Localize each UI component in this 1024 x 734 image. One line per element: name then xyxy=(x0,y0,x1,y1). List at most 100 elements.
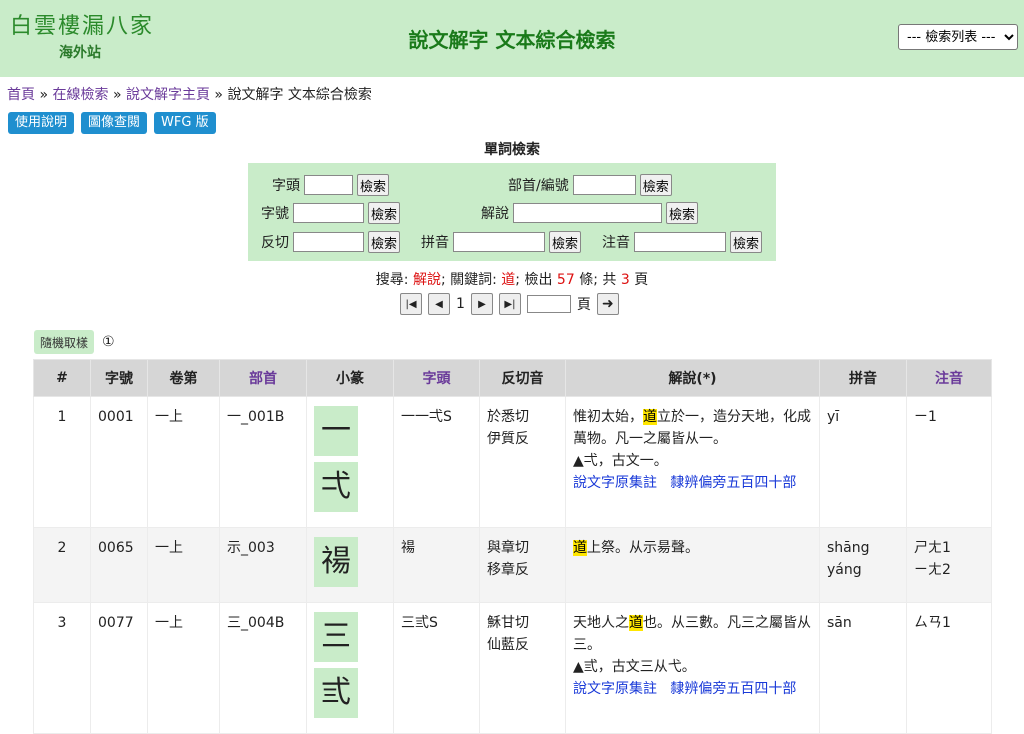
reference-link-libian[interactable]: 隸辨偏旁五百四十部 xyxy=(670,475,796,491)
search-list-select[interactable]: --- 檢索列表 --- xyxy=(898,24,1018,50)
summary-text: 條; 共 xyxy=(574,272,621,288)
fanqie-reading: 伊質反 xyxy=(487,431,529,447)
summary-text: ; 檢出 xyxy=(515,272,557,288)
site-header: 白雲樓漏八家 海外站 說文解字 文本綜合檢索 --- 檢索列表 --- xyxy=(0,0,1024,77)
jieshuo-text-part: 惟初太始， xyxy=(573,409,643,425)
row-bushou: 一_001B xyxy=(219,396,307,528)
col-header-index: # xyxy=(33,359,91,397)
zihao-label: 字號 xyxy=(261,206,289,222)
summary-keyword: 道 xyxy=(501,272,516,288)
first-page-icon[interactable]: |◀ xyxy=(400,293,422,315)
jieshuo-variant: ▲弌，古文一。 xyxy=(573,453,668,469)
current-page-number: 1 xyxy=(456,296,465,312)
row-zhuyin: ㄧ1 xyxy=(906,396,992,528)
page-title: 說文解字 文本綜合檢索 xyxy=(408,28,616,52)
bushou-search-button[interactable]: 檢索 xyxy=(639,174,672,196)
seal-script-image: 弎 xyxy=(314,668,358,718)
pinyin-value: yī xyxy=(827,409,840,425)
row-pinyin: shāng yáng xyxy=(819,527,907,603)
bushou-label: 部首/編號 xyxy=(508,178,569,194)
go-page-arrow-icon[interactable]: ➜ xyxy=(596,293,619,315)
pinyin-input[interactable] xyxy=(453,232,545,252)
row-fanqie: 與章切 移章反 xyxy=(479,527,566,603)
random-sample-marker[interactable]: ① xyxy=(102,334,115,350)
wfg-version-button[interactable]: WFG 版 xyxy=(154,112,216,134)
summary-field: 解說 xyxy=(412,272,441,288)
page-jump-input[interactable] xyxy=(526,295,571,313)
fanqie-reading: 仙藍反 xyxy=(487,637,529,653)
reference-links: 說文字原集註 隸辨偏旁五百四十部 xyxy=(573,678,812,700)
row-zihao: 0077 xyxy=(90,602,148,734)
col-header-zhuyin[interactable]: 注音 xyxy=(906,359,992,397)
breadcrumb-online-link[interactable]: 在線檢索 xyxy=(52,87,108,103)
breadcrumb-home-link[interactable]: 首頁 xyxy=(7,87,35,103)
row-pinyin: sān xyxy=(819,602,907,734)
pinyin-search-button[interactable]: 檢索 xyxy=(549,231,582,253)
row-zihao: 0065 xyxy=(90,527,148,603)
zitou-input[interactable] xyxy=(304,175,353,195)
keyword-highlight: 道 xyxy=(629,615,643,631)
jieshuo-input[interactable] xyxy=(513,203,662,223)
last-page-icon[interactable]: ▶| xyxy=(498,293,521,315)
jieshuo-text: 天地人之道也。从三數。凡三之屬皆从三。 xyxy=(573,612,812,656)
table-row: 2 0065 一上 示_003 禓 禓 與章切 移章反 道上祭。从示昜聲。 sh… xyxy=(33,527,992,603)
jieshuo-search-button[interactable]: 檢索 xyxy=(666,202,699,224)
fanqie-reading: 穌甘切 xyxy=(487,615,529,631)
fanqie-label: 反切 xyxy=(261,235,289,251)
reference-link-libian[interactable]: 隸辨偏旁五百四十部 xyxy=(670,681,796,697)
row-seal-cell: 一 弌 xyxy=(306,396,394,528)
row-index: 2 xyxy=(33,527,91,603)
breadcrumb-main-link[interactable]: 說文解字主頁 xyxy=(126,87,210,103)
table-row: 3 0077 一上 三_004B 三 弎 三弎S 穌甘切 仙藍反 天地人之道也。… xyxy=(33,602,992,734)
row-index: 1 xyxy=(33,396,91,528)
fanqie-reading: 於悉切 xyxy=(487,409,529,425)
fanqie-reading: 移章反 xyxy=(487,562,529,578)
table-header-row: # 字號 卷第 部首 小篆 字頭 反切音 解說(*) 拼音 注音 xyxy=(33,359,992,397)
keyword-highlight: 道 xyxy=(643,409,657,425)
pinyin-value: sān xyxy=(827,615,852,631)
jieshuo-variant: ▲弎，古文三从弋。 xyxy=(573,659,696,675)
fanqie-input[interactable] xyxy=(293,232,364,252)
zhuyin-value: ㄧㄤ2 xyxy=(914,562,951,578)
fanqie-search-button[interactable]: 檢索 xyxy=(368,231,401,253)
zhuyin-field-group: 注音 檢索 xyxy=(602,231,763,253)
keyword-highlight: 道 xyxy=(573,540,587,556)
row-jieshuo: 天地人之道也。从三數。凡三之屬皆从三。 ▲弎，古文三从弋。 說文字原集註 隸辨偏… xyxy=(565,602,820,734)
zihao-input[interactable] xyxy=(293,203,364,223)
zhuyin-input[interactable] xyxy=(634,232,726,252)
summary-text: 搜尋: xyxy=(375,272,413,288)
manual-button[interactable]: 使用說明 xyxy=(8,112,75,134)
next-page-icon[interactable]: ▶ xyxy=(470,293,493,315)
image-view-button[interactable]: 圖像查閱 xyxy=(81,112,148,134)
seal-script-image: 弌 xyxy=(314,462,358,512)
pagination: |◀ ◀ 1 ▶ ▶| 頁 ➜ xyxy=(400,293,619,315)
random-sample-button[interactable]: 隨機取樣 xyxy=(34,330,95,354)
col-header-juan: 卷第 xyxy=(147,359,220,397)
prev-page-icon[interactable]: ◀ xyxy=(428,293,450,315)
random-sample-bar: 隨機取樣 ① xyxy=(34,330,115,354)
reference-link-shuowen-ziyuan[interactable]: 說文字原集註 xyxy=(573,475,657,491)
jieshuo-text: 道上祭。从示昜聲。 xyxy=(573,537,812,559)
jieshuo-text-part: 上祭。从示昜聲。 xyxy=(587,540,699,556)
zihao-search-button[interactable]: 檢索 xyxy=(368,202,401,224)
jieshuo-label: 解說 xyxy=(481,206,509,222)
bushou-input[interactable] xyxy=(572,175,636,195)
summary-pages: 3 xyxy=(620,272,630,288)
zhuyin-search-button[interactable]: 檢索 xyxy=(730,231,763,253)
reference-link-shuowen-ziyuan[interactable]: 說文字原集註 xyxy=(573,681,657,697)
search-section-title: 單詞檢索 xyxy=(484,142,540,158)
zhuyin-value: ㄙㄢ1 xyxy=(914,615,951,631)
col-header-zihao: 字號 xyxy=(90,359,148,397)
breadcrumb-current: 說文解字 文本綜合檢索 xyxy=(227,87,372,103)
col-header-zitou[interactable]: 字頭 xyxy=(393,359,480,397)
zitou-search-button[interactable]: 檢索 xyxy=(357,174,390,196)
seal-script-image: 禓 xyxy=(314,537,358,587)
row-fanqie: 於悉切 伊質反 xyxy=(479,396,566,528)
seal-script-image: 三 xyxy=(314,612,358,662)
zhuyin-label: 注音 xyxy=(602,235,630,251)
row-zitou: 一一弌S xyxy=(393,396,480,528)
zhuyin-value: ㄧ1 xyxy=(914,409,937,425)
col-header-bushou[interactable]: 部首 xyxy=(219,359,307,397)
row-fanqie: 穌甘切 仙藍反 xyxy=(479,602,566,734)
zitou-label: 字頭 xyxy=(272,178,300,194)
